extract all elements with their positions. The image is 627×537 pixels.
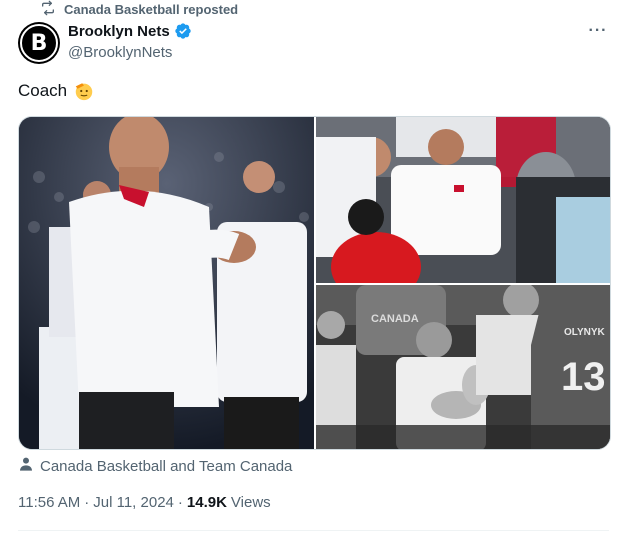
svg-text:CANADA: CANADA: [371, 313, 419, 325]
nets-logo: B: [20, 24, 58, 62]
repost-header[interactable]: Canada Basketball reposted: [40, 0, 238, 18]
meta-separator-2: ·: [177, 494, 183, 511]
tweet-date[interactable]: Jul 11, 2024: [93, 494, 174, 511]
media-grid[interactable]: CANADA OLYNYK 13: [18, 116, 611, 450]
tweet-body: Coach: [18, 81, 68, 100]
media-image-coach-sideline[interactable]: [316, 117, 610, 283]
more-options-icon[interactable]: ···: [587, 23, 609, 42]
media-image-team-huddle[interactable]: CANADA OLYNYK 13: [316, 285, 610, 449]
repost-icon: [40, 0, 56, 19]
verified-badge-icon[interactable]: [174, 22, 192, 40]
meta-separator: ·: [84, 494, 90, 511]
views-count: 14.9K: [186, 494, 227, 511]
tweet-time[interactable]: 11:56 AM: [18, 494, 80, 511]
views-label: Views: [230, 494, 271, 511]
tweet-meta: 11:56 AM · Jul 11, 2024 · 14.9K Views: [18, 494, 271, 511]
media-image-coach-clapping[interactable]: [19, 117, 314, 449]
author-display-name[interactable]: Brooklyn Nets: [68, 23, 170, 40]
tagged-people[interactable]: Canada Basketball and Team Canada: [18, 456, 292, 476]
divider: [18, 530, 609, 531]
avatar[interactable]: B: [18, 22, 60, 64]
saluting-face-emoji-icon: [73, 80, 95, 102]
svg-text:13: 13: [561, 355, 606, 399]
tweet-text: Coach: [18, 80, 95, 102]
repost-label: Canada Basketball reposted: [64, 1, 239, 17]
svg-text:OLYNYK: OLYNYK: [564, 327, 606, 338]
author-handle[interactable]: @BrooklynNets: [68, 44, 172, 61]
tagged-label: Canada Basketball and Team Canada: [40, 457, 293, 475]
person-icon: [18, 456, 34, 476]
